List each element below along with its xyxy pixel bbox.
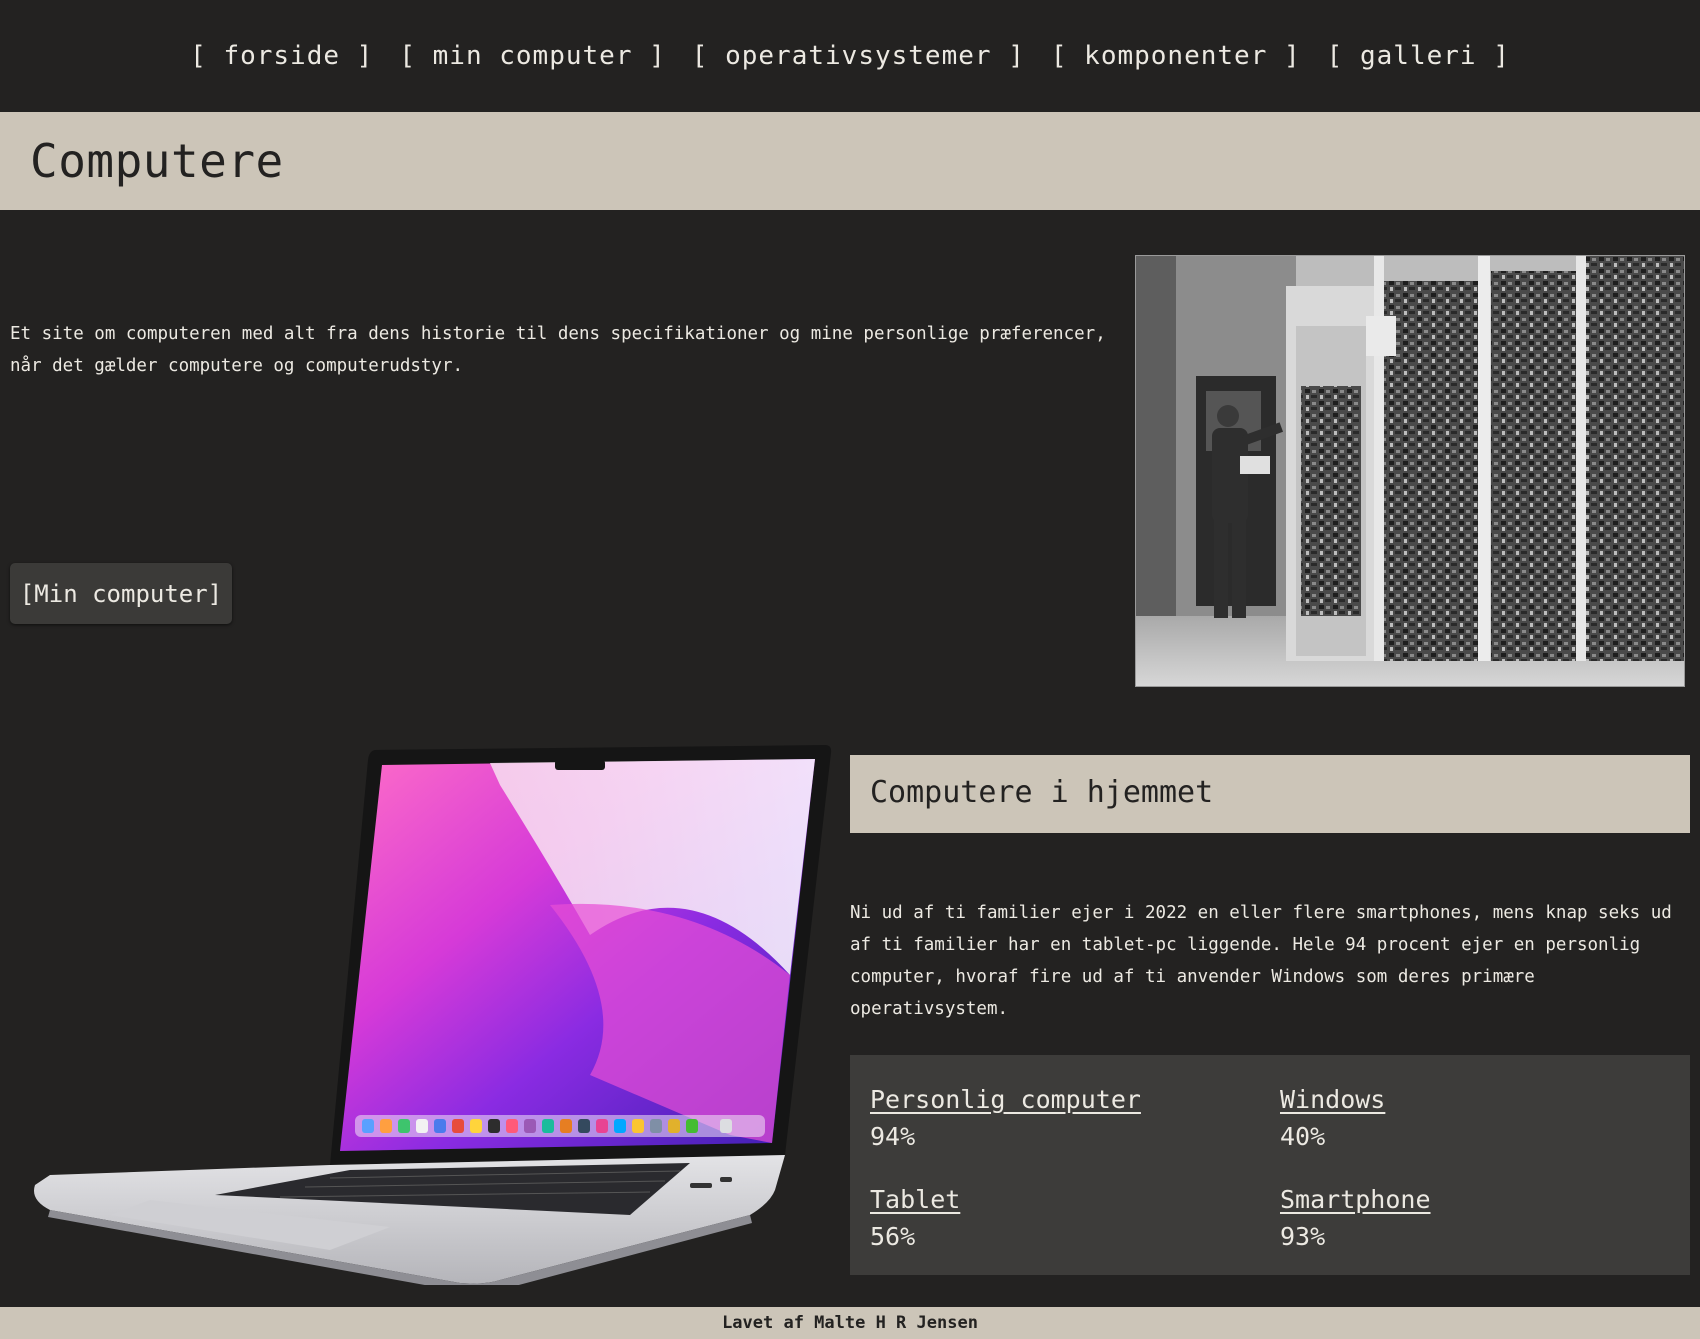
nav-link-min-computer[interactable]: [ min computer ] — [399, 41, 665, 71]
nav-link-operativsystemer[interactable]: [ operativsystemer ] — [692, 41, 1025, 71]
stat-windows: Windows 40% — [1280, 1085, 1660, 1151]
home-section-header: Computere i hjemmet — [850, 755, 1690, 833]
stat-label-personal-computer[interactable]: Personlig computer — [870, 1085, 1141, 1114]
stat-value-windows: 40% — [1280, 1122, 1326, 1151]
stat-value-personal-computer: 94% — [870, 1122, 916, 1151]
stat-smartphone: Smartphone 93% — [1280, 1185, 1660, 1251]
stat-personal-computer: Personlig computer 94% — [870, 1085, 1250, 1151]
stat-label-smartphone[interactable]: Smartphone — [1280, 1185, 1431, 1214]
home-section-title: Computere i hjemmet — [870, 775, 1214, 810]
nav-link-forside[interactable]: [ forside ] — [190, 41, 373, 71]
stat-tablet: Tablet 56% — [870, 1185, 1250, 1251]
stats-panel: Personlig computer 94% Windows 40% Table… — [850, 1055, 1690, 1275]
stat-value-tablet: 56% — [870, 1222, 916, 1251]
nav-link-komponenter[interactable]: [ komponenter ] — [1051, 41, 1301, 71]
historic-computer-photo — [1135, 255, 1685, 687]
top-navigation: [ forside ] [ min computer ] [ operativs… — [0, 0, 1700, 112]
nav-link-galleri[interactable]: [ galleri ] — [1327, 41, 1510, 71]
laptop-image — [30, 745, 840, 1292]
stat-label-tablet[interactable]: Tablet — [870, 1185, 960, 1214]
page-title-banner: Computere — [0, 112, 1700, 210]
footer: Lavet af Malte H R Jensen — [0, 1307, 1700, 1339]
stat-value-smartphone: 93% — [1280, 1222, 1326, 1251]
min-computer-button[interactable]: [Min computer] — [10, 563, 232, 624]
home-section-text: Ni ud af ti familier ejer i 2022 en elle… — [850, 903, 1672, 1019]
footer-credit: Lavet af Malte H R Jensen — [722, 1313, 978, 1333]
stat-label-windows[interactable]: Windows — [1280, 1085, 1385, 1114]
page-title: Computere — [30, 134, 284, 188]
intro-text: Et site om computeren med alt fra dens h… — [10, 324, 1106, 376]
